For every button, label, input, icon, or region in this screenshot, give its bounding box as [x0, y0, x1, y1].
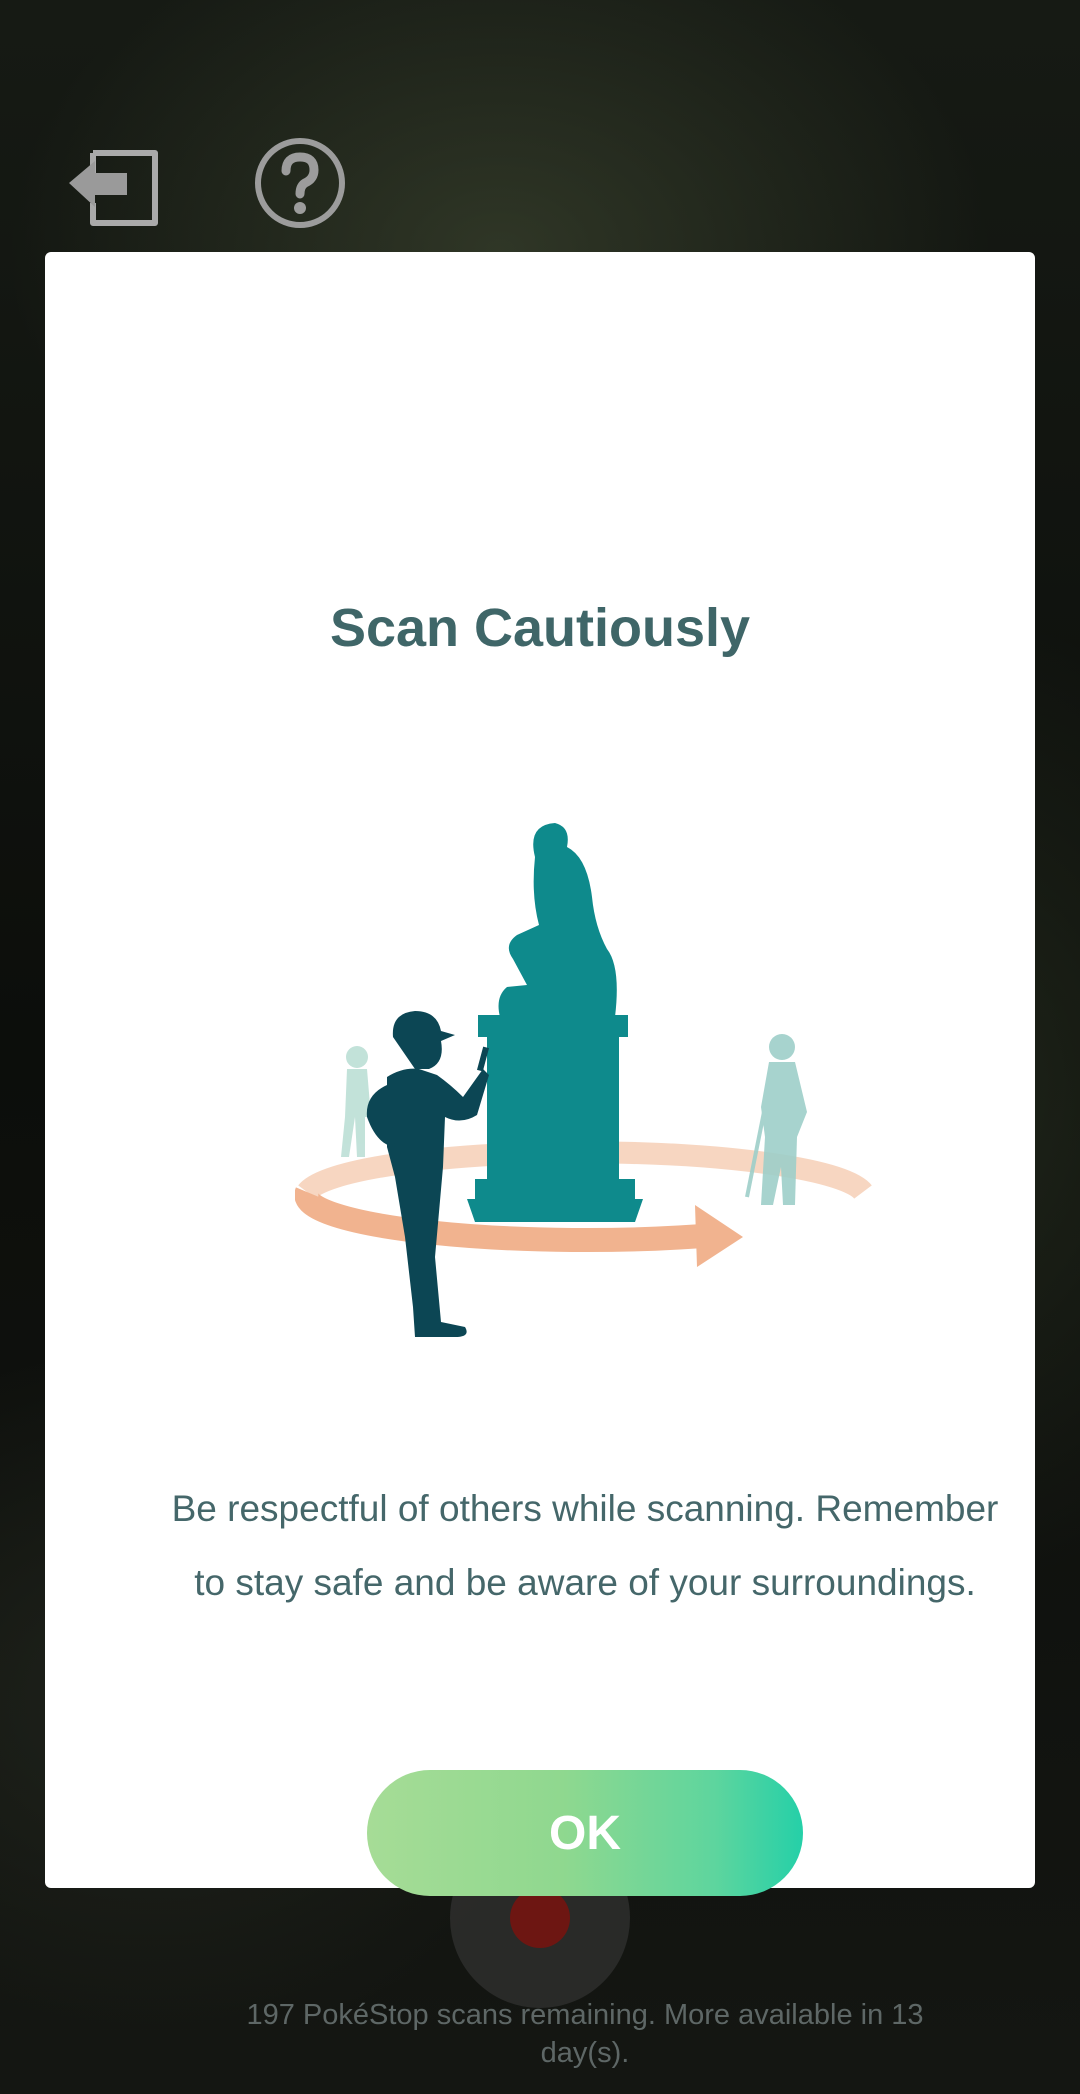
scanning-illustration [295, 823, 872, 1337]
exit-icon[interactable] [65, 135, 165, 235]
dialog-message: Be respectful of others while scanning. … [171, 1488, 999, 1603]
record-dot [510, 1888, 570, 1948]
ok-button[interactable]: OK [367, 1770, 803, 1896]
scans-remaining-note: 197 PokéStop scans remaining. More avail… [246, 1999, 924, 2069]
scan-cautiously-dialog: Scan Cautiously Be respectful of others … [45, 252, 1035, 2069]
dialog-title: Scan Cautiously [329, 598, 751, 658]
help-icon[interactable] [250, 135, 350, 235]
